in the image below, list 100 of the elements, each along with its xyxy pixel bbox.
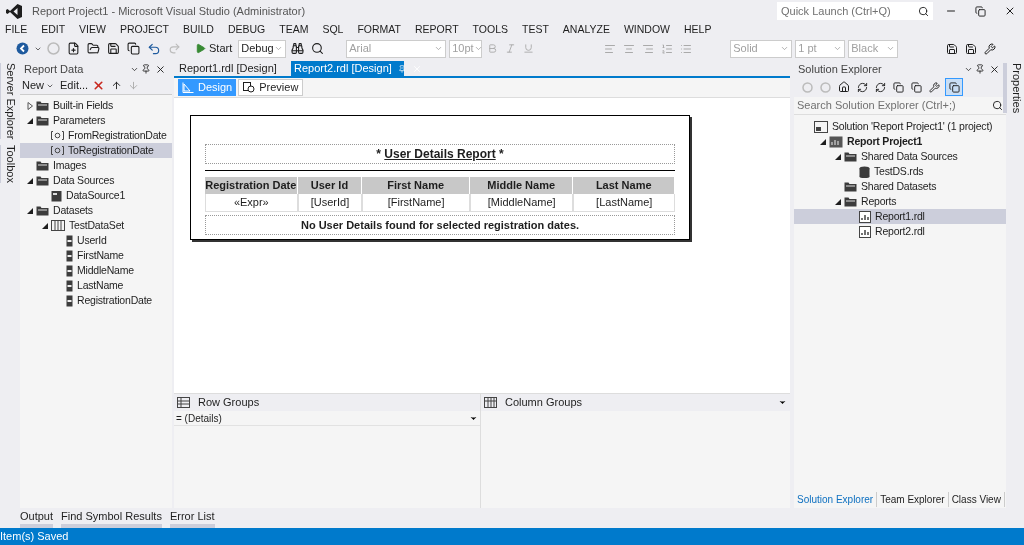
expanded-arrow-icon[interactable] (41, 221, 49, 230)
field-icon (66, 234, 73, 247)
undo-icon (147, 41, 161, 56)
report-title: * User Details Report * (205, 144, 675, 164)
menu-item[interactable]: HELP (684, 22, 712, 38)
project-icon (829, 135, 843, 148)
tree-item[interactable]: RegistrationDate (20, 293, 172, 308)
expanded-arrow-icon[interactable] (26, 176, 34, 185)
configuration-dropdown[interactable]: Debug (238, 39, 287, 58)
save-icon (107, 42, 120, 55)
menu-item[interactable]: WINDOW (623, 22, 670, 38)
tree-item[interactable]: Data Sources (20, 173, 172, 188)
numbered-list-icon (661, 42, 674, 55)
folder-icon (844, 196, 857, 207)
tree-item[interactable]: Reports (794, 194, 1006, 209)
align-left-icon (604, 42, 617, 55)
tree-item[interactable]: ToRegistrationDate (20, 143, 172, 158)
panel-title: Report Data (24, 61, 84, 77)
menu-item[interactable]: DEBUG (227, 22, 266, 38)
table-icon (51, 220, 65, 231)
table-cell: [MiddleName] (469, 194, 574, 211)
panel-tab[interactable]: Class View (948, 491, 1005, 507)
tree-item[interactable]: Images (20, 158, 172, 173)
expanded-arrow-icon[interactable] (26, 116, 34, 125)
move-down-icon (128, 80, 140, 91)
tree-item[interactable]: FromRegistrationDate (20, 128, 172, 143)
expanded-arrow-icon[interactable] (834, 197, 842, 206)
tree-item[interactable]: Report2.rdl (794, 224, 1006, 239)
tree-item[interactable]: Shared Datasets (794, 179, 1006, 194)
side-tab[interactable]: Properties (1002, 63, 1024, 114)
menu-item[interactable]: PROJECT (119, 22, 169, 38)
menu-item[interactable]: TOOLS (472, 22, 508, 38)
new-file-icon (67, 42, 80, 55)
tree-item[interactable]: DataSource1 (20, 188, 172, 203)
search-icon (918, 5, 929, 17)
tree-item[interactable]: Built-in Fields (20, 98, 172, 113)
tree-item[interactable]: Shared Data Sources (794, 149, 1006, 164)
tree-item[interactable]: UserId (20, 233, 172, 248)
view-tab[interactable]: Preview (238, 79, 304, 96)
tree-item[interactable]: Solution 'Report Project1' (1 project) (794, 119, 1006, 134)
back-icon (16, 42, 29, 55)
caret-icon (434, 44, 444, 53)
report-icon (859, 210, 871, 223)
rows-icon (177, 397, 190, 408)
document-tab[interactable]: Report1.rdl [Design] (176, 61, 289, 76)
column-header: Last Name (573, 177, 675, 194)
menu-item[interactable]: VIEW (79, 22, 106, 38)
close-icon (989, 63, 1000, 75)
table-cell: «Expr» (205, 194, 298, 211)
new-button[interactable]: New (22, 77, 54, 94)
panel-tab[interactable]: Team Explorer (877, 491, 949, 507)
menu-item[interactable]: SQL (322, 22, 344, 38)
triangle-ruler-icon (182, 82, 194, 93)
menu-item[interactable]: FORMAT (357, 22, 401, 38)
search-field[interactable]: Search Solution Explorer (Ctrl+;) (794, 97, 1006, 115)
properties-icon (929, 81, 940, 93)
pin-icon (397, 64, 406, 73)
bold-icon (487, 43, 499, 54)
tree-item[interactable]: LastName (20, 278, 172, 293)
folder-icon (844, 181, 857, 192)
no-data-message: No User Details found for selected registration dates. (205, 215, 675, 235)
pin-icon (975, 64, 985, 74)
expanded-arrow-icon[interactable] (819, 137, 827, 146)
tree-item[interactable]: Parameters (20, 113, 172, 128)
column-header: User Id (297, 177, 363, 194)
menu-item[interactable]: ANALYZE (562, 22, 610, 38)
tree-item[interactable]: FirstName (20, 248, 172, 263)
quick-launch-field[interactable]: Quick Launch (Ctrl+Q) (777, 2, 933, 20)
menu-item[interactable]: TEST (522, 22, 549, 38)
menu-item[interactable]: EDIT (41, 22, 66, 38)
open-folder-icon (87, 42, 100, 55)
preview-button[interactable] (945, 78, 963, 96)
tree-item[interactable]: Report1.rdl (794, 209, 1006, 224)
close-icon (1004, 5, 1016, 17)
panel-tab[interactable]: Solution Explorer (794, 491, 878, 507)
folder-icon (36, 160, 49, 171)
menu-item[interactable]: REPORT (415, 22, 459, 38)
edit-button[interactable]: Edit... (60, 77, 89, 94)
tree-item[interactable]: Report Project1 (794, 134, 1006, 149)
redo-icon (168, 42, 181, 55)
tree-item[interactable]: TestDataSet (20, 218, 172, 233)
table-cell: [FirstName] (362, 194, 470, 211)
menu-item[interactable]: TEAM (279, 22, 309, 38)
menu-item[interactable]: FILE (5, 22, 28, 38)
tree-item[interactable]: MiddleName (20, 263, 172, 278)
collapsed-arrow-icon[interactable] (26, 101, 34, 110)
find-icon (311, 42, 325, 55)
menu-item[interactable]: BUILD (182, 22, 214, 38)
start-button[interactable]: Start (192, 39, 236, 58)
expanded-arrow-icon[interactable] (834, 152, 842, 161)
tree-item[interactable]: Datasets (20, 203, 172, 218)
tree-item[interactable]: TestDS.rds (794, 164, 1006, 179)
underline-icon (523, 43, 535, 54)
caret-icon (274, 44, 284, 53)
parameter-icon (51, 146, 64, 155)
folder-icon (36, 115, 49, 126)
group-item[interactable]: = (Details) (174, 411, 480, 426)
expanded-arrow-icon[interactable] (26, 206, 34, 215)
folder-icon (36, 100, 49, 111)
pin-icon (141, 64, 151, 74)
